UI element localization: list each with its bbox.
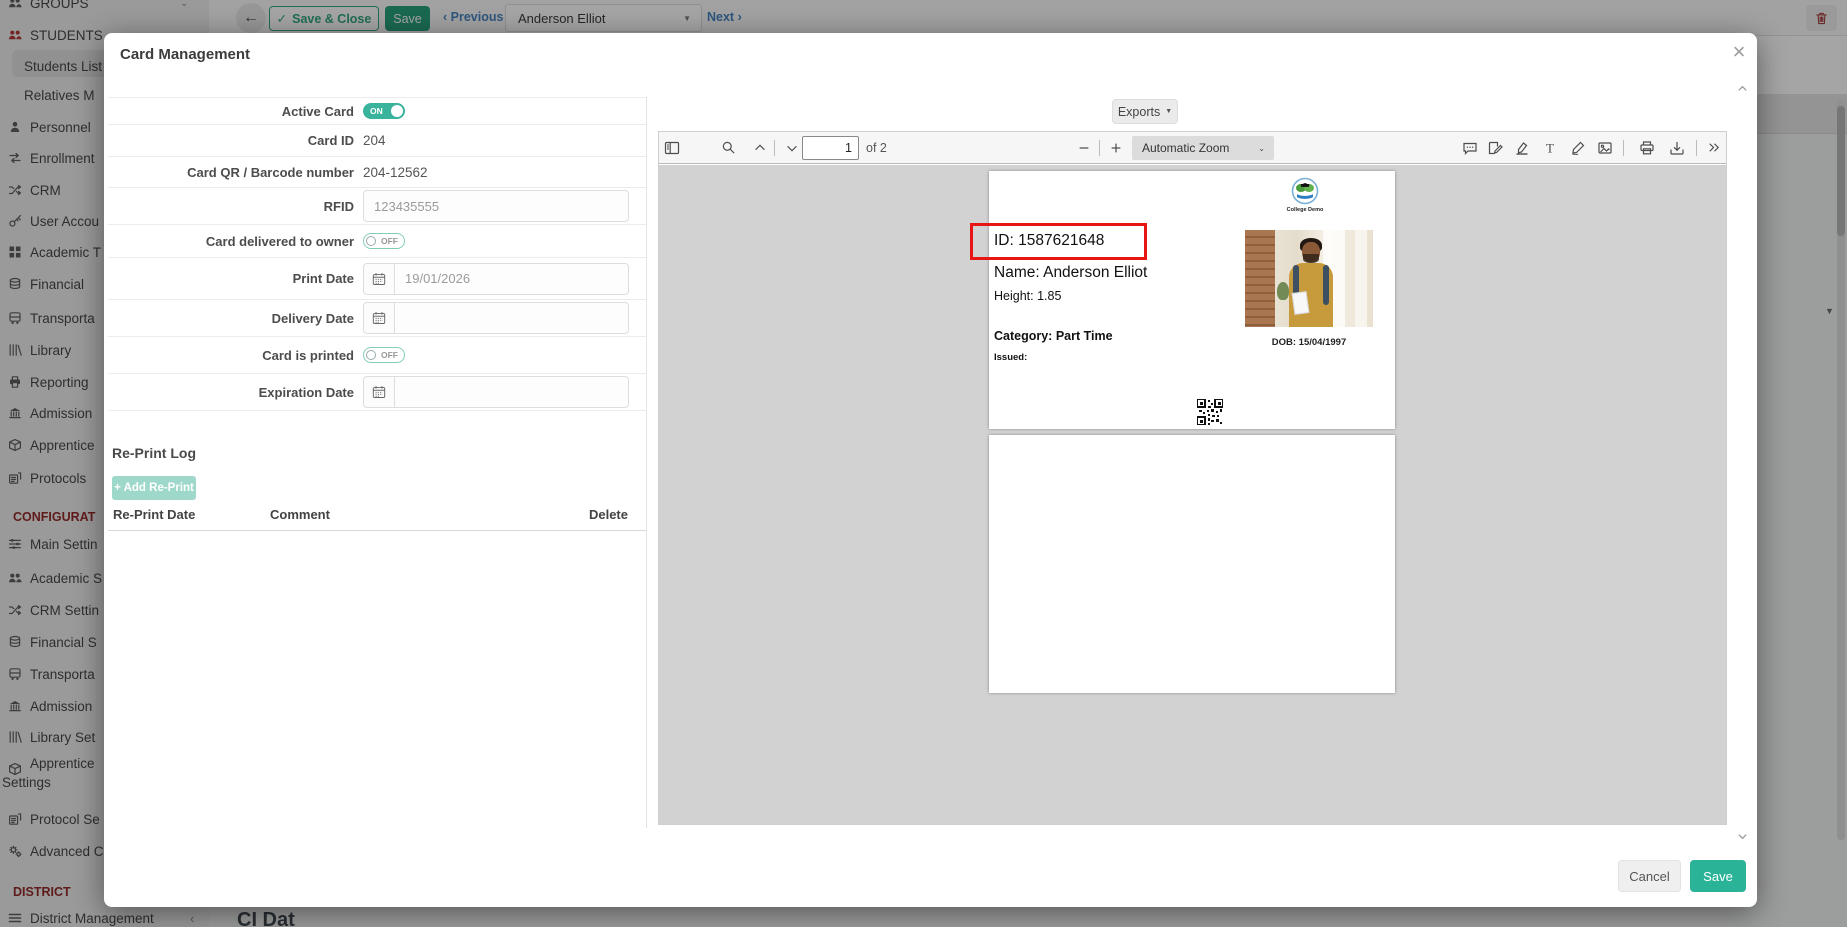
toggle-knob: [391, 105, 403, 117]
toggle-state-label: OFF: [381, 350, 398, 360]
field-label: RFID: [108, 199, 354, 214]
card-dob-line: DOB: 15/04/1997: [1245, 337, 1373, 348]
scroll-down-icon[interactable]: [1734, 828, 1750, 844]
qr-code-icon: [1197, 399, 1223, 425]
scroll-up-icon[interactable]: [1734, 80, 1750, 96]
add-reprint-button[interactable]: + Add Re-Print: [112, 476, 196, 500]
card-delivered-toggle[interactable]: OFF: [363, 233, 405, 249]
form-row-active-card: Active Card ON: [108, 97, 646, 124]
form-row-expiration-date: Expiration Date: [108, 373, 646, 410]
comment-tool-icon[interactable]: [1459, 137, 1481, 159]
field-label: Print Date: [108, 271, 354, 286]
exports-button[interactable]: Exports ▼: [1112, 99, 1178, 124]
form-row-delivered: Card delivered to owner OFF: [108, 224, 646, 257]
card-page: College Demo ID: 1587621648 Name: Anders…: [989, 171, 1395, 429]
card-height-line: Height: 1.85: [994, 289, 1061, 303]
toggle-state-label: ON: [370, 106, 383, 116]
screen: GROUPS⌄STUDENTSStudents ListRelatives MP…: [0, 0, 1847, 927]
find-next-icon[interactable]: [781, 137, 803, 159]
student-photo: [1245, 230, 1373, 327]
pdf-toolbar: of 2 Automatic Zoom ⌄ T: [659, 132, 1726, 164]
svg-text:T: T: [1546, 140, 1554, 155]
toggle-state-label: OFF: [381, 236, 398, 246]
rfid-input[interactable]: [363, 190, 629, 222]
column-delete: Delete: [589, 507, 628, 522]
card-form: Active Card ON Card ID 204 Card QR / Bar…: [108, 97, 646, 411]
reprint-table-header: Re-Print Date Comment Delete: [108, 507, 646, 531]
exports-label: Exports: [1118, 105, 1160, 119]
zoom-select[interactable]: Automatic Zoom ⌄: [1132, 136, 1274, 160]
sidebar-toggle-icon[interactable]: [661, 137, 683, 159]
toolbar-separator: [1099, 140, 1100, 156]
page-number-input[interactable]: [802, 136, 859, 160]
toolbar-separator: [774, 140, 775, 156]
form-row-rfid: RFID: [108, 187, 646, 224]
chevron-down-icon: ⌄: [1258, 144, 1265, 153]
panel-divider: [646, 97, 647, 828]
search-icon[interactable]: [717, 137, 739, 159]
zoom-out-icon[interactable]: [1073, 137, 1095, 159]
zoom-select-value: Automatic Zoom: [1142, 141, 1229, 155]
print-icon[interactable]: [1636, 137, 1658, 159]
column-reprint-date: Re-Print Date: [113, 507, 195, 522]
image-tool-icon[interactable]: [1594, 137, 1616, 159]
card-id-line: ID: 1587621648: [994, 232, 1104, 250]
page-count-label: of 2: [866, 141, 887, 155]
expiration-date-input[interactable]: [395, 376, 629, 408]
card-name-line: Name: Anderson Elliot: [994, 264, 1147, 282]
toggle-knob: [366, 236, 376, 246]
toolbar-separator: [1623, 140, 1624, 156]
highlighter-tool-icon[interactable]: [1511, 137, 1533, 159]
more-tools-icon[interactable]: [1702, 137, 1724, 159]
field-label: Card QR / Barcode number: [108, 165, 354, 180]
card-issued-line: Issued:: [994, 352, 1027, 363]
cancel-button[interactable]: Cancel: [1618, 860, 1681, 892]
card-qr-value: 204-12562: [363, 165, 428, 180]
modal-title: Card Management: [120, 46, 250, 63]
delivery-date-input[interactable]: [395, 302, 629, 334]
calendar-icon[interactable]: [363, 263, 395, 295]
field-label: Card ID: [108, 133, 354, 148]
field-label: Card delivered to owner: [108, 234, 354, 249]
field-label: Delivery Date: [108, 311, 354, 326]
signature-tool-icon[interactable]: [1484, 137, 1506, 159]
card-printed-toggle[interactable]: OFF: [363, 347, 405, 363]
card-category-line: Category: Part Time: [994, 329, 1113, 343]
form-row-printed: Card is printed OFF: [108, 336, 646, 373]
pdf-canvas-area[interactable]: College Demo ID: 1587621648 Name: Anders…: [659, 165, 1726, 824]
save-button[interactable]: Save: [1690, 860, 1746, 892]
toggle-knob: [366, 350, 376, 360]
field-label: Card is printed: [108, 348, 354, 363]
draw-tool-icon[interactable]: [1567, 137, 1589, 159]
reprint-log-heading: Re-Print Log: [112, 445, 196, 461]
field-label: Expiration Date: [108, 385, 354, 400]
calendar-icon[interactable]: [363, 302, 395, 334]
card-id-value: 204: [363, 133, 386, 148]
pdf-viewer: of 2 Automatic Zoom ⌄ T: [658, 131, 1727, 825]
dropdown-caret-icon: ▼: [1165, 108, 1172, 115]
form-row-delivery-date: Delivery Date: [108, 299, 646, 336]
close-icon[interactable]: ×: [1724, 37, 1754, 67]
card-management-modal: Card Management × Active Card ON Card ID…: [104, 33, 1757, 907]
column-comment: Comment: [270, 507, 330, 522]
text-tool-icon[interactable]: T: [1539, 137, 1561, 159]
blank-page: [989, 435, 1395, 693]
toolbar-separator: [1696, 140, 1697, 156]
school-logo: [1291, 177, 1319, 205]
form-row-card-id: Card ID 204: [108, 124, 646, 156]
form-row-print-date: Print Date: [108, 257, 646, 299]
download-icon[interactable]: [1666, 137, 1688, 159]
active-card-toggle[interactable]: ON: [363, 103, 405, 119]
school-name: College Demo: [1275, 207, 1335, 213]
find-previous-icon[interactable]: [749, 137, 771, 159]
form-row-card-qr: Card QR / Barcode number 204-12562: [108, 156, 646, 187]
calendar-icon[interactable]: [363, 376, 395, 408]
zoom-in-icon[interactable]: [1105, 137, 1127, 159]
print-date-input[interactable]: [395, 263, 629, 295]
field-label: Active Card: [108, 104, 354, 119]
